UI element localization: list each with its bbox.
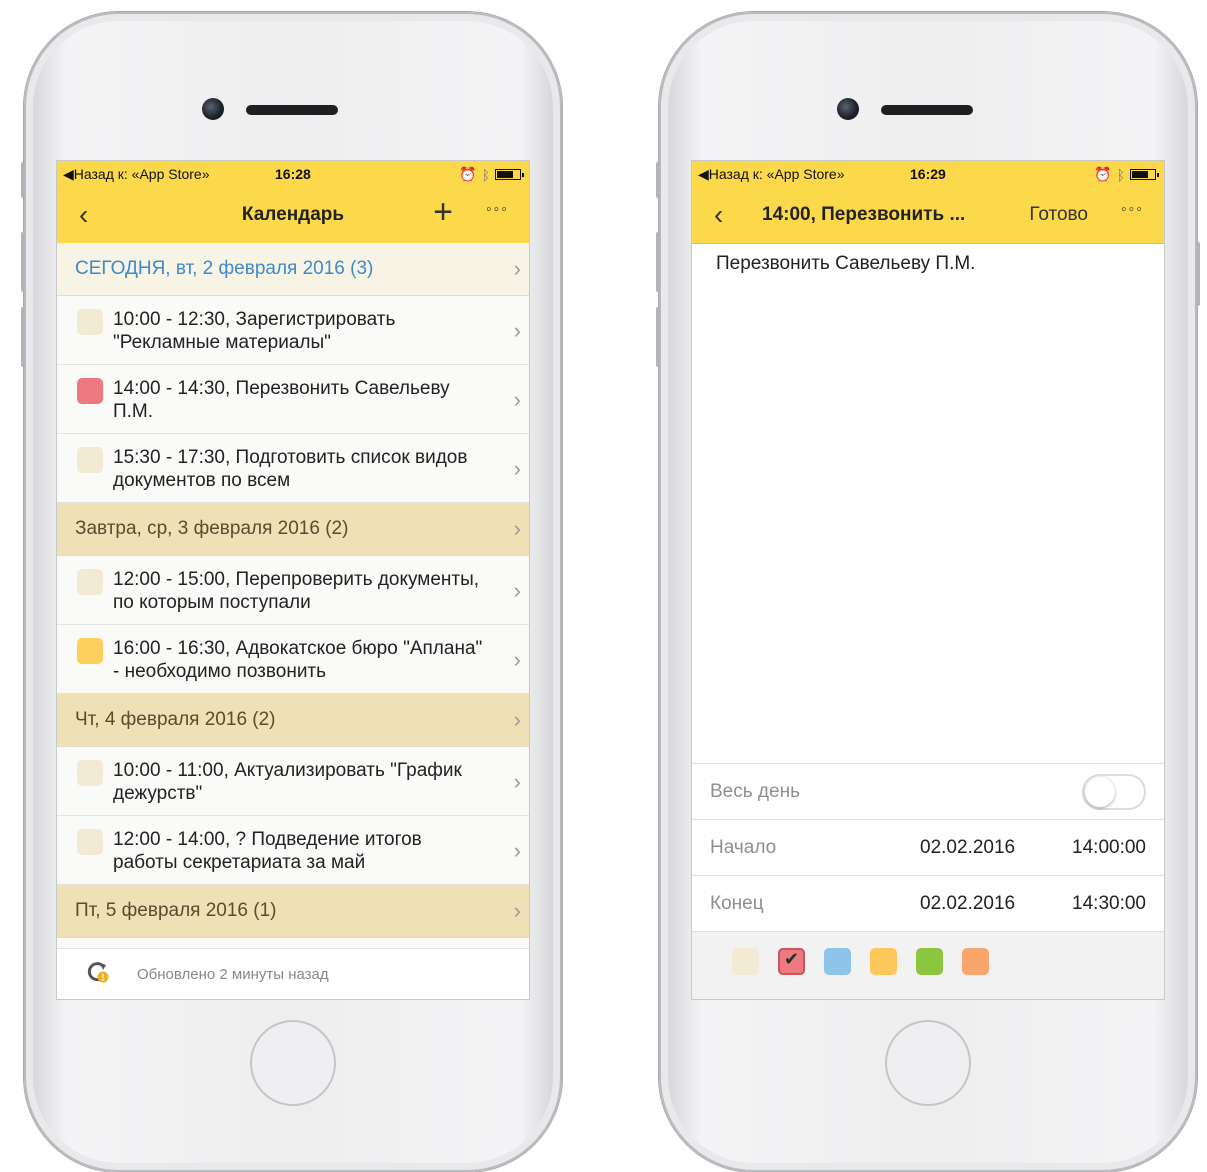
event-text: 12:00 - 15:00, Перепроверить документы, … [113,569,480,613]
color-swatch[interactable] [732,948,759,975]
chevron-right-icon: › [513,387,521,412]
event-text: 16:00 - 16:30, Адвокатское бюро "Аплана"… [113,638,483,682]
event-row[interactable]: 15:30 - 17:30, Подготовить список видов … [57,434,529,503]
bluetooth-icon: ᛒ [481,166,490,183]
color-palette: ✔ [692,931,1164,999]
phone-right: ◀Назад к: «App Store» 16:29 ⏰ ᛒ ‹ 14:00,… [656,12,1200,1172]
start-date[interactable]: 02.02.2016 [920,837,1015,859]
end-time[interactable]: 14:30:00 [1072,893,1146,915]
event-list: СЕГОДНЯ, вт, 2 февраля 2016 (3) › 10:00 … [57,243,529,938]
battery-icon [495,169,524,180]
event-row[interactable]: 10:00 - 12:30, Зарегистрировать "Рекламн… [57,296,529,365]
earpiece-speaker [246,105,338,115]
chevron-right-icon: › [513,256,521,281]
more-options-icon[interactable]: ◦◦◦ [1121,201,1144,219]
volume-up-button [21,232,25,292]
day-header-friday[interactable]: Пт, 5 февраля 2016 (1) › [57,885,529,938]
end-label: Конец [710,893,764,914]
day-header-thursday[interactable]: Чт, 4 февраля 2016 (2) › [57,694,529,747]
event-color-square [77,309,103,335]
event-text: 10:00 - 11:00, Актуализировать "График д… [113,760,462,804]
updated-status-text: Обновлено 2 минуты назад [137,966,329,983]
volume-down-button [21,307,25,367]
page-title: 14:00, Перезвонить ... [762,204,966,225]
status-bar: ◀Назад к: «App Store» 16:28 ⏰ ᛒ [57,161,529,187]
color-swatch[interactable] [870,948,897,975]
back-to-app-store[interactable]: ◀Назад к: «App Store» [63,166,210,183]
home-button[interactable] [250,1020,336,1106]
alarm-icon: ⏰ [459,166,477,182]
all-day-row: Весь день [692,763,1164,819]
day-header-today[interactable]: СЕГОДНЯ, вт, 2 февраля 2016 (3) › [57,243,529,296]
event-text: 12:00 - 14:00, ? Подведение итогов работ… [113,829,422,873]
mute-switch [21,162,25,198]
end-date[interactable]: 02.02.2016 [920,893,1015,915]
nav-bar: ‹ Календарь + ◦◦◦ [57,187,529,244]
event-color-square [77,569,103,595]
event-row[interactable]: 16:00 - 16:30, Адвокатское бюро "Аплана"… [57,625,529,694]
color-swatch[interactable] [824,948,851,975]
all-day-label: Весь день [710,781,800,802]
chevron-right-icon: › [513,707,521,732]
power-button [1196,242,1200,306]
event-color-square [77,378,103,404]
end-row[interactable]: Конец 02.02.2016 14:30:00 [692,875,1164,931]
status-time: 16:28 [275,166,311,182]
chevron-right-icon: › [513,578,521,603]
start-label: Начало [710,837,777,858]
day-header-tomorrow[interactable]: Завтра, ср, 3 февраля 2016 (2) › [57,503,529,556]
start-row[interactable]: Начало 02.02.2016 14:00:00 [692,819,1164,875]
status-time: 16:29 [910,166,946,182]
event-text: 15:30 - 17:30, Подготовить список видов … [113,447,468,491]
event-row[interactable]: 12:00 - 14:00, ? Подведение итогов работ… [57,816,529,885]
event-color-square [77,760,103,786]
volume-down-button [656,307,660,367]
back-chevron-icon[interactable]: ‹ [714,199,723,231]
checkmark-icon: ✔ [784,949,800,969]
earpiece-speaker [881,105,973,115]
event-color-square [77,829,103,855]
update-footer: Обновлено 2 минуты назад [57,948,529,999]
more-options-icon[interactable]: ◦◦◦ [486,201,509,219]
front-camera [202,98,224,120]
nav-bar: ‹ 14:00, Перезвонить ... Готово ◦◦◦ [692,187,1164,244]
chevron-right-icon: › [513,898,521,923]
event-detail-screen: ◀Назад к: «App Store» 16:29 ⏰ ᛒ ‹ 14:00,… [691,160,1165,1000]
front-camera [837,98,859,120]
bluetooth-icon: ᛒ [1116,166,1125,183]
chevron-right-icon: › [513,516,521,541]
event-text: 10:00 - 12:30, Зарегистрировать "Рекламн… [113,309,396,353]
color-swatch[interactable]: ✔ [778,948,805,975]
phone-left: ◀Назад к: «App Store» 16:28 ⏰ ᛒ ‹ Календ… [21,12,562,1172]
add-event-button[interactable]: + [433,195,453,229]
chevron-right-icon: › [513,647,521,672]
home-button[interactable] [885,1020,971,1106]
color-swatch[interactable] [916,948,943,975]
refresh-warning-icon[interactable] [87,961,109,983]
event-time-form: Весь день Начало 02.02.2016 14:00:00 Кон… [692,763,1164,931]
volume-up-button [656,232,660,292]
chevron-right-icon: › [513,318,521,343]
status-bar: ◀Назад к: «App Store» 16:29 ⏰ ᛒ [692,161,1164,187]
event-text: 14:00 - 14:30, Перезвонить Савельеву П.М… [113,378,450,422]
battery-icon [1130,169,1159,180]
page-title: Календарь [241,204,345,225]
done-button[interactable]: Готово [1029,204,1088,226]
start-time[interactable]: 14:00:00 [1072,837,1146,859]
back-to-app-store[interactable]: ◀Назад к: «App Store» [698,166,845,183]
all-day-toggle[interactable] [1082,774,1146,810]
mute-switch [656,162,660,198]
event-row[interactable]: 12:00 - 15:00, Перепроверить документы, … [57,556,529,625]
calendar-screen: ◀Назад к: «App Store» 16:28 ⏰ ᛒ ‹ Календ… [56,160,530,1000]
event-color-square [77,638,103,664]
event-description-text[interactable]: Перезвонить Савельеву П.М. [716,253,975,275]
alarm-icon: ⏰ [1094,166,1112,182]
chevron-right-icon: › [513,769,521,794]
event-row[interactable]: 10:00 - 11:00, Актуализировать "График д… [57,747,529,816]
event-row[interactable]: 14:00 - 14:30, Перезвонить Савельеву П.М… [57,365,529,434]
color-swatch[interactable] [962,948,989,975]
chevron-right-icon: › [513,838,521,863]
chevron-right-icon: › [513,456,521,481]
event-color-square [77,447,103,473]
